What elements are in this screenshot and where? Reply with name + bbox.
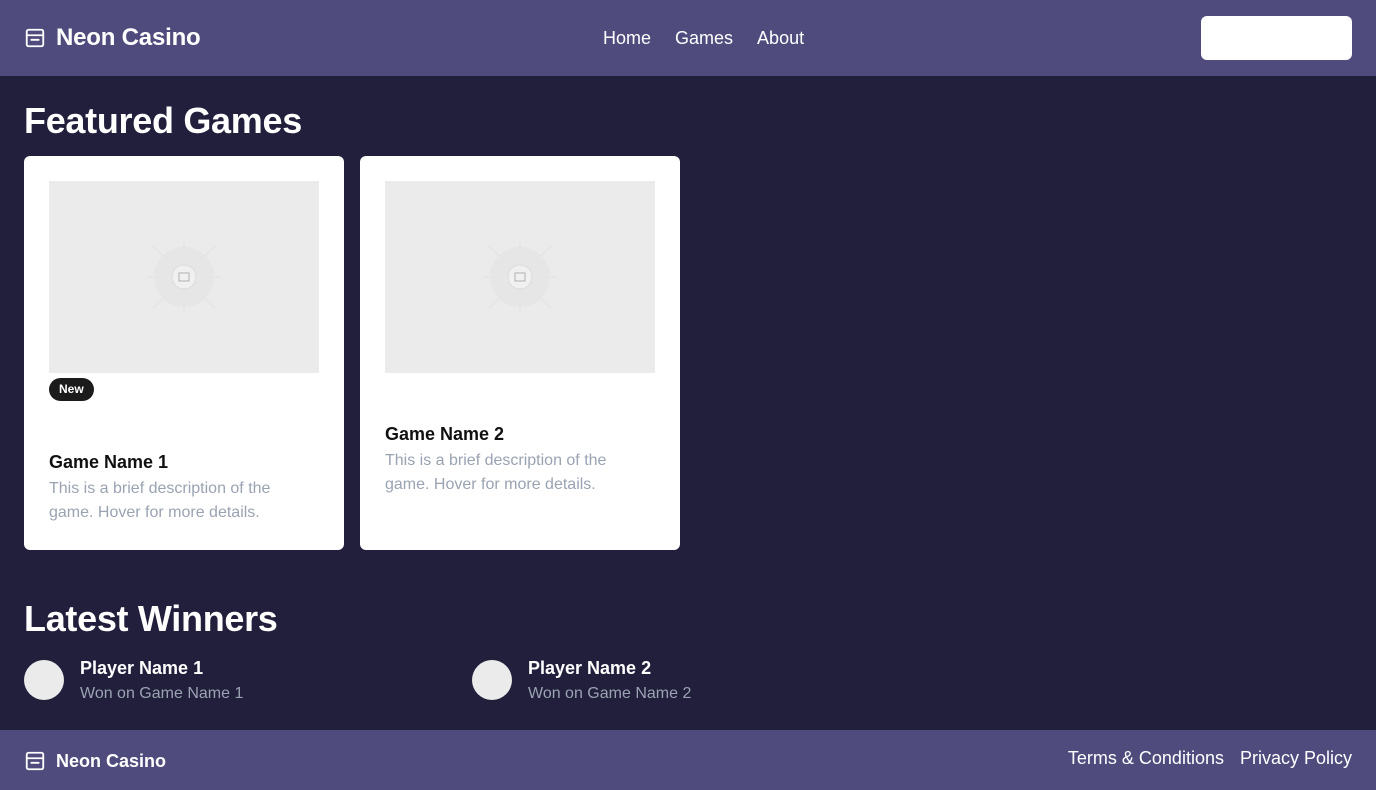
footer-nav: Terms & Conditions Privacy Policy <box>1068 748 1352 769</box>
inbox-icon <box>24 27 46 49</box>
winner-detail: Won on Game Name 1 <box>80 685 244 702</box>
terms-link[interactable]: Terms & Conditions <box>1068 748 1224 769</box>
winner-name: Player Name 1 <box>80 658 204 678</box>
site-footer: Neon Casino Terms & Conditions Privacy P… <box>0 730 1376 790</box>
nav-games[interactable]: Games <box>671 28 737 49</box>
inbox-icon <box>24 750 46 772</box>
footer-brand-name: Neon Casino <box>56 750 167 771</box>
game-name: Game Name 2 <box>385 424 505 444</box>
avatar <box>472 660 512 700</box>
brand-name: Neon Casino <box>56 24 201 51</box>
brand-logo-link[interactable]: Neon Casino <box>24 24 201 52</box>
game-card[interactable]: Game Name 2 This is a brief description … <box>360 156 680 550</box>
game-image <box>49 181 319 373</box>
game-card[interactable]: New Game Name 1 This is a brief descript… <box>24 156 344 550</box>
game-description: This is a brief description of the game.… <box>49 480 271 521</box>
site-header: Neon Casino Home Games About <box>0 0 1376 76</box>
privacy-link[interactable]: Privacy Policy <box>1240 748 1352 769</box>
image-placeholder-icon <box>148 241 220 313</box>
header-action-button[interactable] <box>1201 16 1352 60</box>
footer-brand: Neon Casino <box>24 749 166 773</box>
winner-name: Player Name 2 <box>528 658 652 678</box>
game-description: This is a brief description of the game.… <box>385 452 607 493</box>
avatar <box>24 660 64 700</box>
new-badge: New <box>49 378 94 401</box>
nav-home[interactable]: Home <box>599 28 655 49</box>
winner-detail: Won on Game Name 2 <box>528 685 692 702</box>
image-placeholder-icon <box>484 241 556 313</box>
featured-games-heading: Featured Games <box>24 100 302 141</box>
game-name: Game Name 1 <box>49 452 169 472</box>
main-nav: Home Games About <box>599 26 808 50</box>
latest-winners-heading: Latest Winners <box>24 598 278 639</box>
game-image <box>385 181 655 373</box>
nav-about[interactable]: About <box>753 28 808 49</box>
